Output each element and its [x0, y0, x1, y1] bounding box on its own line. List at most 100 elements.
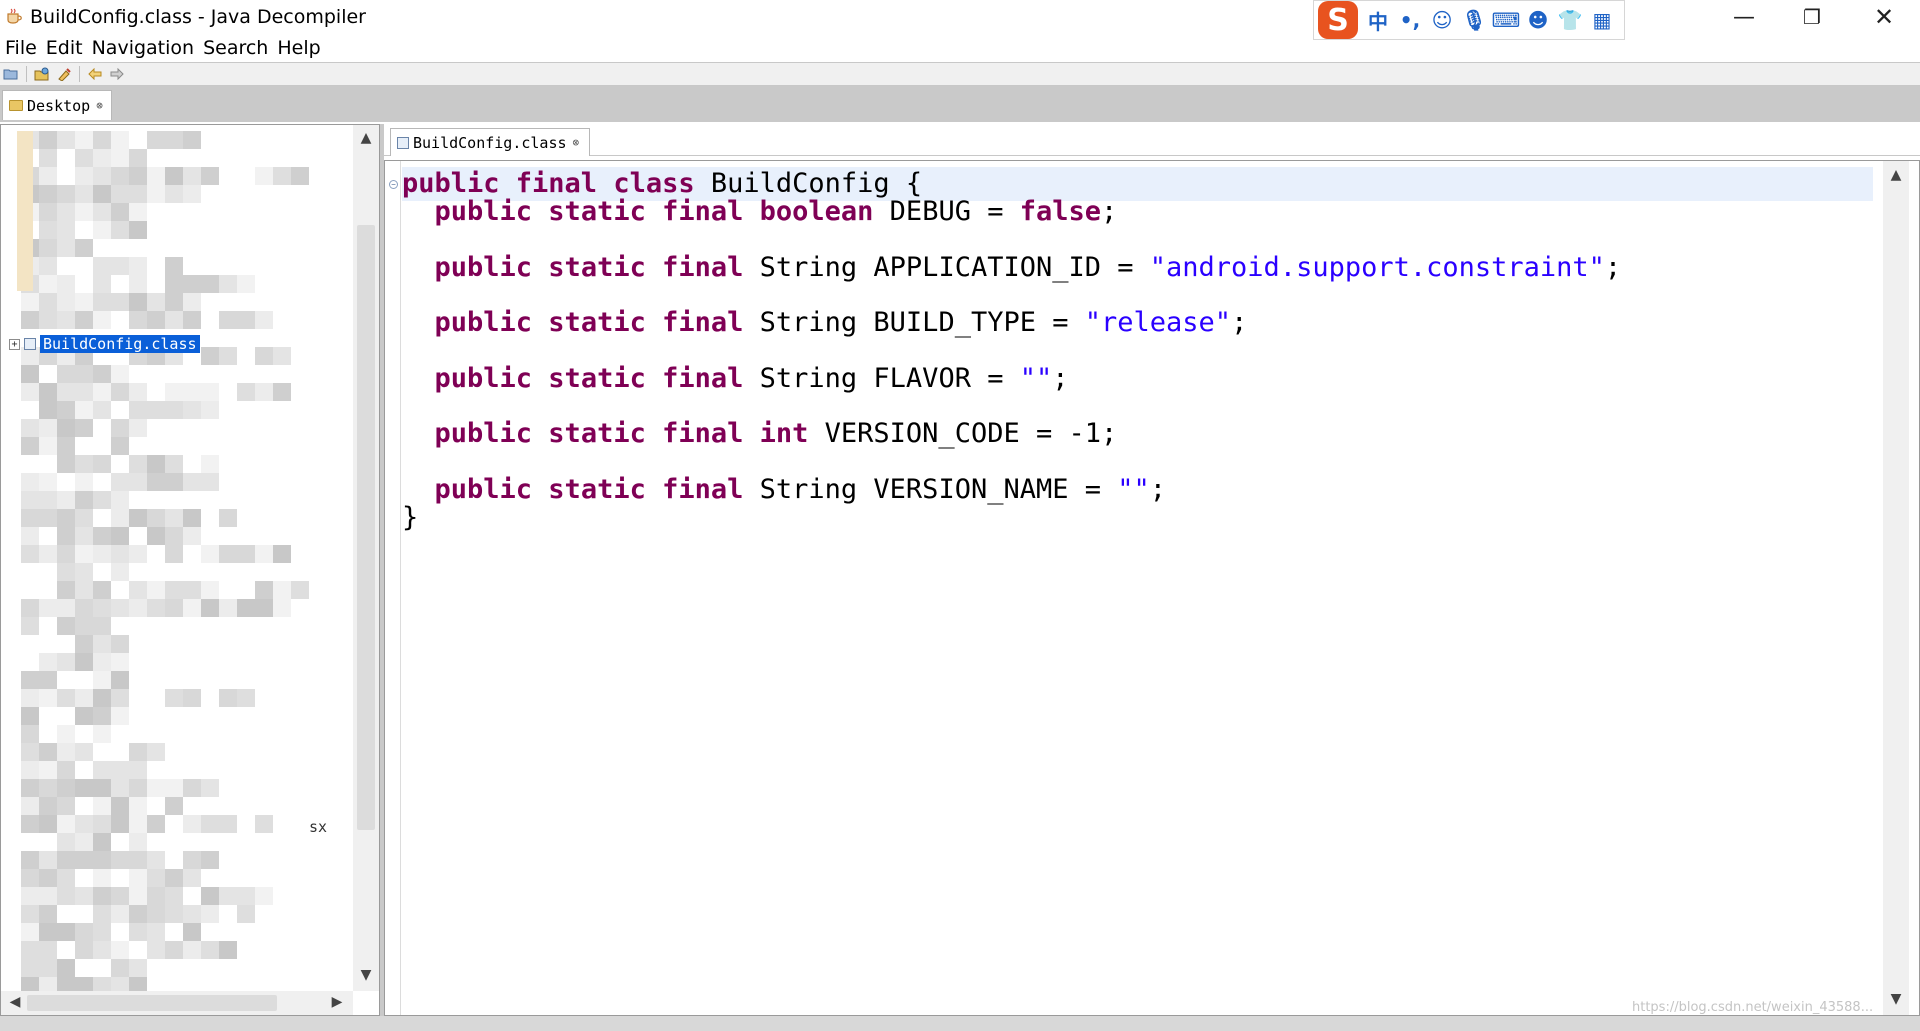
pixelated-block	[147, 779, 165, 797]
scroll-up-icon[interactable]: ▲	[1886, 167, 1906, 183]
pixelated-block	[93, 599, 111, 617]
pixelated-block	[93, 779, 111, 797]
pixelated-block	[201, 815, 219, 833]
scroll-track[interactable]: ▲ ▼	[1883, 161, 1909, 1015]
tab-buildconfig-class[interactable]: BuildConfig.class ⊗	[390, 128, 590, 156]
close-button[interactable]: ✕	[1850, 0, 1918, 34]
close-icon: ✕	[1873, 3, 1895, 31]
pixelated-block	[21, 923, 39, 941]
pixelated-block	[93, 869, 111, 887]
code-text: ;	[1052, 363, 1069, 394]
code-string: "release"	[1084, 307, 1232, 338]
menu-navigation[interactable]: Navigation	[92, 37, 194, 59]
back-button[interactable]	[86, 65, 104, 83]
pixelated-block	[39, 419, 57, 437]
forward-button[interactable]	[108, 65, 126, 83]
pixelated-block	[75, 509, 93, 527]
pixelated-block	[111, 905, 129, 923]
pixelated-block	[165, 401, 183, 419]
pixelated-block	[111, 293, 129, 311]
pixelated-block	[75, 401, 93, 419]
menu-edit[interactable]: Edit	[46, 37, 83, 59]
scroll-down-icon[interactable]: ▼	[1886, 991, 1906, 1007]
pixelated-block	[57, 131, 75, 149]
editor-vertical-scrollbar[interactable]: ▲ ▼	[1873, 161, 1919, 1015]
open-file-button[interactable]	[2, 65, 20, 83]
pixelated-block	[129, 761, 147, 779]
pixelated-block	[21, 419, 39, 437]
scroll-left-icon[interactable]: ◀	[5, 994, 25, 1010]
pixelated-block	[129, 311, 147, 329]
pixelated-block	[75, 689, 93, 707]
pixelated-block	[111, 653, 129, 671]
pixelated-block	[147, 599, 165, 617]
pixelated-block	[201, 401, 219, 419]
tree-node-label[interactable]: BuildConfig.class	[40, 335, 200, 353]
open-type-button[interactable]	[33, 65, 51, 83]
tree-horizontal-scrollbar[interactable]: ◀ ▶	[1, 991, 353, 1015]
pixelated-block	[93, 581, 111, 599]
pixelated-block	[111, 221, 129, 239]
user-icon[interactable]: ☻	[1526, 8, 1550, 32]
emoji-icon[interactable]: ☺	[1430, 8, 1454, 32]
pixelated-block	[111, 545, 129, 563]
pixelated-block	[291, 167, 309, 185]
pixelated-block	[129, 455, 147, 473]
pixelated-block	[165, 383, 183, 401]
pixelated-block	[39, 887, 57, 905]
search-button[interactable]	[55, 65, 73, 83]
menu-search[interactable]: Search	[203, 37, 268, 59]
pixelated-block	[147, 941, 165, 959]
toolbox-grid-icon[interactable]: ▦	[1590, 8, 1614, 32]
tree-expander[interactable]: +	[9, 338, 20, 350]
pixelated-block	[21, 365, 39, 383]
scroll-up-icon[interactable]: ▲	[356, 130, 376, 146]
tree-node-buildconfig[interactable]: + BuildConfig.class	[9, 335, 200, 353]
skin-shirt-icon[interactable]: 👕	[1558, 8, 1583, 32]
pixelated-block	[273, 599, 291, 617]
chinese-mode-icon[interactable]: 中	[1366, 8, 1390, 34]
pixelated-block	[57, 959, 75, 977]
editor-tab-label: BuildConfig.class	[413, 133, 567, 152]
tab-close-icon[interactable]: ⊗	[573, 136, 580, 149]
minimize-button[interactable]: —	[1710, 0, 1778, 34]
scroll-thumb[interactable]	[27, 995, 277, 1011]
pixelated-block	[165, 257, 183, 275]
toolbar-separator	[26, 66, 27, 82]
source-code[interactable]: public final class BuildConfig { public …	[402, 161, 1892, 1015]
menu-file[interactable]: File	[5, 37, 37, 59]
keyboard-icon[interactable]: ⌨	[1492, 8, 1521, 32]
scroll-thumb[interactable]	[357, 225, 375, 830]
tab-close-icon[interactable]: ⊗	[96, 99, 103, 112]
pixelated-block	[165, 797, 183, 815]
code-editor[interactable]: − public final class BuildConfig { publi…	[384, 160, 1920, 1016]
pixelated-block	[21, 527, 39, 545]
folder-icon	[9, 100, 23, 111]
scroll-right-icon[interactable]: ▶	[327, 994, 347, 1010]
pixelated-block	[75, 473, 93, 491]
microphone-icon[interactable]: 🎙	[1461, 8, 1486, 32]
pixelated-block	[39, 815, 57, 833]
pixelated-block	[147, 887, 165, 905]
pixelated-block	[129, 401, 147, 419]
pixelated-block	[57, 527, 75, 545]
tree-vertical-scrollbar[interactable]: ▲ ▼	[353, 125, 379, 991]
code-text: DEBUG =	[873, 196, 1020, 227]
pixelated-block	[93, 365, 111, 383]
tab-desktop-label: Desktop	[27, 96, 91, 115]
pixelated-block	[75, 149, 93, 167]
punctuation-icon[interactable]: •,	[1398, 8, 1422, 32]
pixelated-block	[129, 509, 147, 527]
scroll-down-icon[interactable]: ▼	[356, 967, 376, 983]
code-line: public static final String APPLICATION_I…	[402, 251, 1892, 285]
pixelated-block	[129, 779, 147, 797]
pixelated-block	[57, 293, 75, 311]
pixelated-block	[57, 455, 75, 473]
menu-help[interactable]: Help	[277, 37, 320, 59]
pixelated-block	[111, 599, 129, 617]
tab-desktop[interactable]: Desktop ⊗	[2, 90, 112, 120]
pixelated-block	[21, 887, 39, 905]
pixelated-block	[111, 419, 129, 437]
maximize-button[interactable]: ❐	[1778, 0, 1846, 34]
fold-collapse-icon[interactable]: −	[389, 180, 398, 189]
